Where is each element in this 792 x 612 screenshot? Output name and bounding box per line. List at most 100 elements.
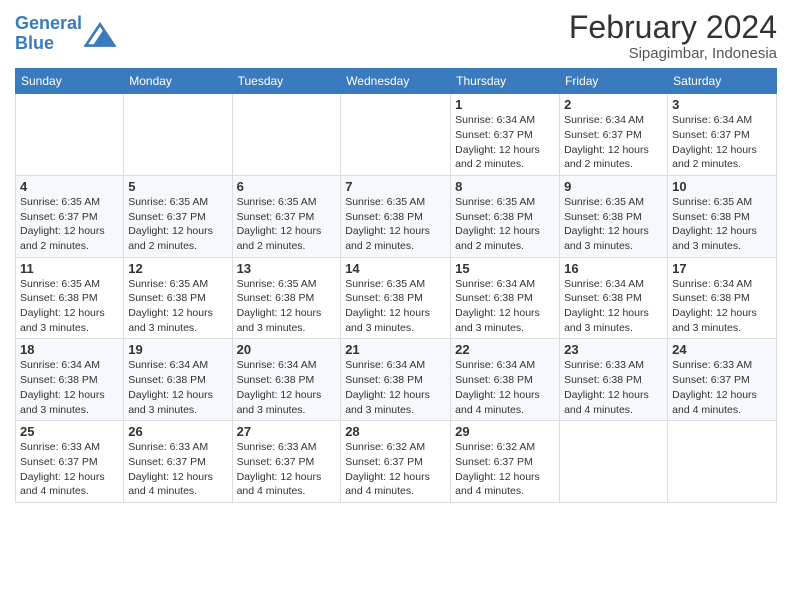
calendar-cell: 27Sunrise: 6:33 AMSunset: 6:37 PMDayligh… (232, 421, 341, 503)
day-info: Sunrise: 6:34 AMSunset: 6:37 PMDaylight:… (564, 113, 663, 172)
day-number: 24 (672, 342, 772, 357)
day-number: 3 (672, 97, 772, 112)
title-block: February 2024 Sipagimbar, Indonesia (569, 10, 777, 62)
day-info: Sunrise: 6:35 AMSunset: 6:38 PMDaylight:… (345, 277, 446, 336)
day-number: 12 (128, 261, 227, 276)
calendar-body: 1 Sunrise: 6:34 AMSunset: 6:37 PMDaylight… (16, 94, 777, 503)
calendar-cell: 22Sunrise: 6:34 AMSunset: 6:38 PMDayligh… (451, 339, 560, 421)
day-info: Sunrise: 6:33 AMSunset: 6:37 PMDaylight:… (672, 358, 772, 417)
day-header: Friday (560, 69, 668, 94)
logo-icon (84, 20, 116, 48)
calendar-cell: 12Sunrise: 6:35 AMSunset: 6:38 PMDayligh… (124, 257, 232, 339)
calendar-cell (232, 94, 341, 176)
day-info: Sunrise: 6:35 AMSunset: 6:38 PMDaylight:… (564, 195, 663, 254)
calendar-week-row: 11Sunrise: 6:35 AMSunset: 6:38 PMDayligh… (16, 257, 777, 339)
day-number: 14 (345, 261, 446, 276)
day-number: 16 (564, 261, 663, 276)
calendar-cell: 5Sunrise: 6:35 AMSunset: 6:37 PMDaylight… (124, 175, 232, 257)
calendar-table: SundayMondayTuesdayWednesdayThursdayFrid… (15, 68, 777, 503)
header-row: SundayMondayTuesdayWednesdayThursdayFrid… (16, 69, 777, 94)
day-info: Sunrise: 6:34 AMSunset: 6:38 PMDaylight:… (455, 277, 555, 336)
day-header: Saturday (668, 69, 777, 94)
day-number: 18 (20, 342, 119, 357)
logo: General Blue (15, 14, 116, 54)
day-number: 6 (237, 179, 337, 194)
day-info: Sunrise: 6:35 AMSunset: 6:37 PMDaylight:… (128, 195, 227, 254)
calendar-cell: 2Sunrise: 6:34 AMSunset: 6:37 PMDaylight… (560, 94, 668, 176)
day-number: 5 (128, 179, 227, 194)
logo-line2: Blue (15, 34, 82, 54)
day-number: 21 (345, 342, 446, 357)
day-info: Sunrise: 6:34 AMSunset: 6:38 PMDaylight:… (455, 358, 555, 417)
calendar-cell (668, 421, 777, 503)
calendar-cell: 16Sunrise: 6:34 AMSunset: 6:38 PMDayligh… (560, 257, 668, 339)
calendar-cell: 18Sunrise: 6:34 AMSunset: 6:38 PMDayligh… (16, 339, 124, 421)
day-info: Sunrise: 6:33 AMSunset: 6:37 PMDaylight:… (20, 440, 119, 499)
day-number: 10 (672, 179, 772, 194)
calendar-cell: 8Sunrise: 6:35 AMSunset: 6:38 PMDaylight… (451, 175, 560, 257)
calendar-cell: 14Sunrise: 6:35 AMSunset: 6:38 PMDayligh… (341, 257, 451, 339)
calendar-cell: 24Sunrise: 6:33 AMSunset: 6:37 PMDayligh… (668, 339, 777, 421)
day-number: 13 (237, 261, 337, 276)
day-info: Sunrise: 6:33 AMSunset: 6:37 PMDaylight:… (237, 440, 337, 499)
day-info: Sunrise: 6:34 AMSunset: 6:38 PMDaylight:… (672, 277, 772, 336)
day-info: Sunrise: 6:34 AMSunset: 6:37 PMDaylight:… (672, 113, 772, 172)
day-info: Sunrise: 6:35 AMSunset: 6:38 PMDaylight:… (345, 195, 446, 254)
calendar-cell: 3Sunrise: 6:34 AMSunset: 6:37 PMDaylight… (668, 94, 777, 176)
day-number: 11 (20, 261, 119, 276)
calendar-cell: 25Sunrise: 6:33 AMSunset: 6:37 PMDayligh… (16, 421, 124, 503)
day-header: Thursday (451, 69, 560, 94)
day-info: Sunrise: 6:33 AMSunset: 6:38 PMDaylight:… (564, 358, 663, 417)
day-info: Sunrise: 6:34 AMSunset: 6:38 PMDaylight:… (564, 277, 663, 336)
day-header: Sunday (16, 69, 124, 94)
calendar-cell: 23Sunrise: 6:33 AMSunset: 6:38 PMDayligh… (560, 339, 668, 421)
calendar-cell: 6Sunrise: 6:35 AMSunset: 6:37 PMDaylight… (232, 175, 341, 257)
day-info: Sunrise: 6:35 AMSunset: 6:37 PMDaylight:… (237, 195, 337, 254)
header: General Blue February 2024 Sipagimbar, I… (15, 10, 777, 62)
day-number: 19 (128, 342, 227, 357)
calendar-cell (341, 94, 451, 176)
day-info: Sunrise: 6:34 AMSunset: 6:38 PMDaylight:… (128, 358, 227, 417)
day-number: 9 (564, 179, 663, 194)
calendar-cell: 11Sunrise: 6:35 AMSunset: 6:38 PMDayligh… (16, 257, 124, 339)
day-number: 25 (20, 424, 119, 439)
day-header: Monday (124, 69, 232, 94)
day-info: Sunrise: 6:33 AMSunset: 6:37 PMDaylight:… (128, 440, 227, 499)
day-header: Tuesday (232, 69, 341, 94)
day-number: 4 (20, 179, 119, 194)
calendar-cell: 10Sunrise: 6:35 AMSunset: 6:38 PMDayligh… (668, 175, 777, 257)
calendar-cell (16, 94, 124, 176)
day-number: 22 (455, 342, 555, 357)
day-number: 17 (672, 261, 772, 276)
calendar-week-row: 4 Sunrise: 6:35 AMSunset: 6:37 PMDaylight… (16, 175, 777, 257)
calendar-cell: 28Sunrise: 6:32 AMSunset: 6:37 PMDayligh… (341, 421, 451, 503)
day-info: Sunrise: 6:32 AMSunset: 6:37 PMDaylight:… (345, 440, 446, 499)
day-info: Sunrise: 6:35 AMSunset: 6:38 PMDaylight:… (128, 277, 227, 336)
day-info: Sunrise: 6:34 AMSunset: 6:38 PMDaylight:… (237, 358, 337, 417)
calendar-cell: 13Sunrise: 6:35 AMSunset: 6:38 PMDayligh… (232, 257, 341, 339)
day-info: Sunrise: 6:35 AMSunset: 6:38 PMDaylight:… (237, 277, 337, 336)
month-title: February 2024 (569, 10, 777, 45)
day-number: 2 (564, 97, 663, 112)
calendar-week-row: 1 Sunrise: 6:34 AMSunset: 6:37 PMDaylight… (16, 94, 777, 176)
calendar-week-row: 25Sunrise: 6:33 AMSunset: 6:37 PMDayligh… (16, 421, 777, 503)
day-info: Sunrise: 6:35 AMSunset: 6:38 PMDaylight:… (455, 195, 555, 254)
logo-line1: General (15, 14, 82, 34)
day-number: 20 (237, 342, 337, 357)
day-number: 29 (455, 424, 555, 439)
day-number: 28 (345, 424, 446, 439)
calendar-cell: 20Sunrise: 6:34 AMSunset: 6:38 PMDayligh… (232, 339, 341, 421)
day-header: Wednesday (341, 69, 451, 94)
calendar-cell: 21Sunrise: 6:34 AMSunset: 6:38 PMDayligh… (341, 339, 451, 421)
day-number: 7 (345, 179, 446, 194)
day-number: 1 (455, 97, 555, 112)
day-info: Sunrise: 6:35 AMSunset: 6:38 PMDaylight:… (672, 195, 772, 254)
day-info: Sunrise: 6:34 AMSunset: 6:38 PMDaylight:… (20, 358, 119, 417)
calendar-cell: 4Sunrise: 6:35 AMSunset: 6:37 PMDaylight… (16, 175, 124, 257)
calendar-cell: 9Sunrise: 6:35 AMSunset: 6:38 PMDaylight… (560, 175, 668, 257)
day-number: 15 (455, 261, 555, 276)
day-info: Sunrise: 6:34 AMSunset: 6:38 PMDaylight:… (345, 358, 446, 417)
day-number: 8 (455, 179, 555, 194)
day-info: Sunrise: 6:32 AMSunset: 6:37 PMDaylight:… (455, 440, 555, 499)
day-info: Sunrise: 6:35 AMSunset: 6:38 PMDaylight:… (20, 277, 119, 336)
